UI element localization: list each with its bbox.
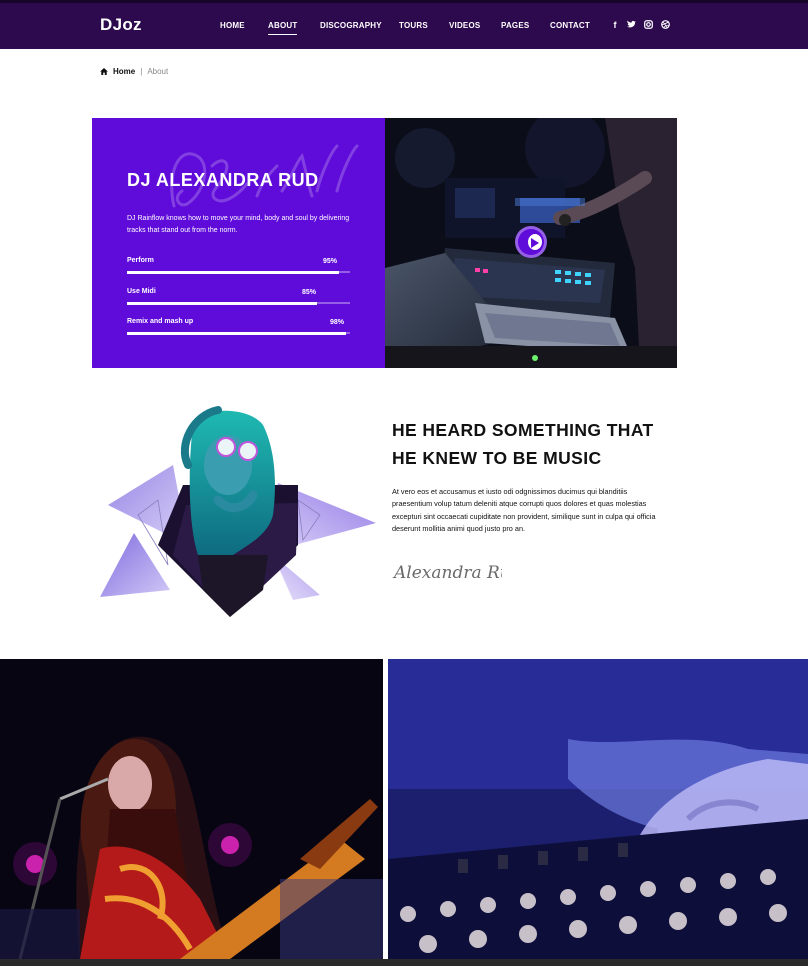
breadcrumb-current: About	[147, 67, 169, 76]
nav-tours[interactable]: TOURS	[399, 21, 428, 30]
skill-label: Remix and mash up	[127, 318, 194, 325]
dj-description: DJ Rainflow knows how to move your mind,…	[127, 215, 350, 234]
home-icon	[100, 68, 108, 75]
page-bottom-strip	[0, 959, 808, 966]
nav-contact[interactable]: CONTACT	[550, 21, 590, 30]
about-paragraph: At vero eos et accusamus et iusto odi od…	[392, 487, 656, 533]
nav-pages[interactable]: PAGES	[501, 21, 529, 30]
site-logo[interactable]: DJoz	[100, 15, 142, 35]
signature-image: Alexandra Rud	[392, 563, 502, 583]
skill-label: Use Midi	[127, 288, 156, 295]
nav-about[interactable]: ABOUT	[268, 21, 298, 35]
nav-discography[interactable]: DISCOGRAPHY	[320, 21, 382, 30]
play-icon	[531, 238, 539, 248]
dribbble-icon[interactable]	[660, 20, 670, 31]
dj-portrait-image	[100, 406, 376, 617]
twitter-icon[interactable]	[626, 20, 636, 30]
mixer-photo-art	[388, 659, 808, 959]
nav-videos[interactable]: VIDEOS	[449, 21, 480, 30]
skill-percent: 98%	[330, 319, 345, 326]
skill-percent: 95%	[323, 258, 338, 265]
nav-home[interactable]: HOME	[220, 21, 245, 30]
instagram-icon[interactable]	[643, 20, 653, 31]
play-button[interactable]	[515, 226, 547, 258]
skill-use-midi: Use Midi 85%	[127, 288, 350, 310]
facebook-icon[interactable]: f	[610, 20, 620, 30]
dj-profile-panel: DJ ALEXANDRA RUD DJ Rainflow knows how t…	[92, 118, 385, 368]
dj-mixer-photo	[388, 659, 808, 959]
top-navbar: DJoz HOME ABOUT DISCOGRAPHY TOURS VIDEOS…	[0, 0, 808, 49]
skill-progress-track	[127, 270, 350, 274]
dj-name-heading: DJ ALEXANDRA RUD	[127, 170, 319, 190]
skill-progress-fill	[127, 301, 317, 305]
skill-progress-fill	[127, 270, 339, 274]
skill-percent: 85%	[302, 289, 317, 296]
breadcrumb: Home | About	[100, 67, 168, 76]
skill-perform: Perform 95%	[127, 257, 350, 279]
signature-text: Alexandra Rud	[392, 563, 502, 583]
skill-label: Perform	[127, 257, 154, 264]
skill-progress-fill	[127, 331, 346, 335]
breadcrumb-home-link[interactable]: Home	[113, 67, 135, 76]
about-heading: HE HEARD SOMETHING THAT HE KNEW TO BE MU…	[392, 420, 654, 468]
breadcrumb-separator: |	[140, 67, 143, 76]
skill-progress-track	[127, 331, 350, 335]
skill-progress-track	[127, 301, 350, 305]
skill-remix: Remix and mash up 98%	[127, 318, 350, 340]
singer-photo-art	[0, 659, 383, 959]
singer-guitar-photo	[0, 659, 383, 959]
